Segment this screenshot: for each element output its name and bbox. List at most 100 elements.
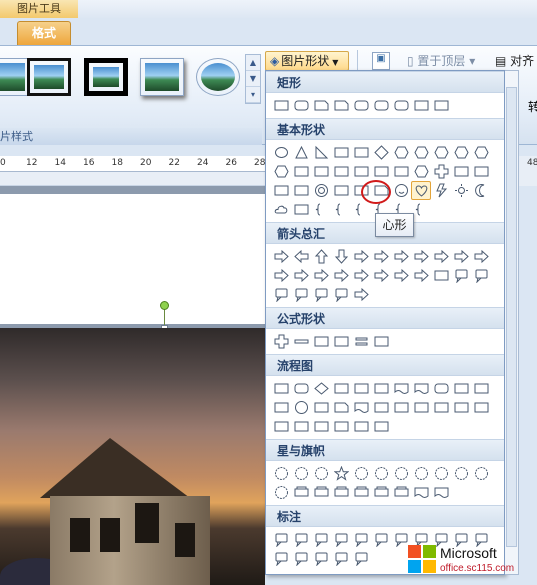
shape-line-callout-border-1-icon[interactable] bbox=[291, 549, 311, 568]
shape-card-icon[interactable] bbox=[331, 398, 351, 417]
shape-multiply-icon[interactable] bbox=[311, 332, 331, 351]
shape-plaque-icon[interactable] bbox=[451, 162, 471, 181]
shape-ribbon-down-icon[interactable] bbox=[311, 483, 331, 502]
shape-sort-icon[interactable] bbox=[431, 398, 451, 417]
shape-collate-icon[interactable] bbox=[411, 398, 431, 417]
shape-manual-input-icon[interactable] bbox=[471, 379, 491, 398]
shape-star-24-icon[interactable] bbox=[471, 464, 491, 483]
shape-star-16-icon[interactable] bbox=[451, 464, 471, 483]
shape-cloud-callout-icon[interactable] bbox=[331, 530, 351, 549]
shape-explosion-2-icon[interactable] bbox=[291, 464, 311, 483]
shape-magnetic-disk-icon[interactable] bbox=[331, 417, 351, 436]
shape-octagon-icon[interactable] bbox=[451, 143, 471, 162]
shape-ribbon-up-icon[interactable] bbox=[291, 483, 311, 502]
shape-line-callout-border-2-icon[interactable] bbox=[311, 549, 331, 568]
shape-rect-callout-icon[interactable] bbox=[271, 530, 291, 549]
shape-line-callout-1-icon[interactable] bbox=[351, 530, 371, 549]
shape-line-callout-border-4-icon[interactable] bbox=[351, 549, 371, 568]
rotation-handle[interactable] bbox=[160, 301, 169, 310]
shape-star-8-icon[interactable] bbox=[391, 464, 411, 483]
shape-not-equal-icon[interactable] bbox=[371, 332, 391, 351]
shape-trapezoid-icon[interactable] bbox=[351, 143, 371, 162]
shape-frame-icon[interactable] bbox=[351, 162, 371, 181]
shape-cube-icon[interactable] bbox=[271, 181, 291, 200]
shape-parallelogram-icon[interactable] bbox=[331, 143, 351, 162]
shape-minus-icon[interactable] bbox=[291, 332, 311, 351]
shape-delay-icon[interactable] bbox=[291, 417, 311, 436]
shape-notched-right-arrow-icon[interactable] bbox=[391, 266, 411, 285]
shape-striped-right-arrow-icon[interactable] bbox=[371, 266, 391, 285]
shape-left-arrow-callout-icon[interactable] bbox=[271, 285, 291, 304]
shape-internal-storage-icon[interactable] bbox=[371, 379, 391, 398]
shape-connector-icon[interactable] bbox=[291, 398, 311, 417]
shape-triangle-icon[interactable] bbox=[291, 143, 311, 162]
shape-oval-icon[interactable] bbox=[271, 143, 291, 162]
gallery-scroll[interactable]: ▲ ▼ ▾ bbox=[245, 54, 261, 104]
shape-extract-icon[interactable] bbox=[451, 398, 471, 417]
shape-curved-ribbon-up-icon[interactable] bbox=[331, 483, 351, 502]
shape-punched-tape-icon[interactable] bbox=[351, 398, 371, 417]
shape-up-arrow-icon[interactable] bbox=[311, 247, 331, 266]
shape-right-brace-icon[interactable] bbox=[411, 200, 431, 219]
align-button[interactable]: ▤ 对齐 bbox=[495, 52, 534, 69]
shape-round-rect-callout-icon[interactable] bbox=[291, 530, 311, 549]
shape-lightning-icon[interactable] bbox=[431, 181, 451, 200]
shape-sun-icon[interactable] bbox=[451, 181, 471, 200]
picture-style-thumb[interactable] bbox=[140, 58, 184, 96]
shape-left-arrow-icon[interactable] bbox=[291, 247, 311, 266]
shape-decagon-icon[interactable] bbox=[471, 143, 491, 162]
shape-pentagon-arrow-icon[interactable] bbox=[411, 266, 431, 285]
shape-up-arrow-callout-icon[interactable] bbox=[291, 285, 311, 304]
shape-offpage-connector-icon[interactable] bbox=[311, 398, 331, 417]
shape-equal-icon[interactable] bbox=[351, 332, 371, 351]
shape-arc-icon[interactable] bbox=[291, 200, 311, 219]
shape-merge-icon[interactable] bbox=[471, 398, 491, 417]
shape-diamond-icon[interactable] bbox=[371, 143, 391, 162]
shape-no-symbol-icon[interactable] bbox=[331, 181, 351, 200]
shape-snip-rect-icon[interactable] bbox=[311, 96, 331, 115]
shape-divide-icon[interactable] bbox=[331, 332, 351, 351]
shape-or-icon[interactable] bbox=[391, 398, 411, 417]
shape-stored-data-icon[interactable] bbox=[271, 417, 291, 436]
shape-left-right-arrow-icon[interactable] bbox=[351, 247, 371, 266]
shape-rect-3-icon[interactable] bbox=[431, 96, 451, 115]
shape-line-callout-border-3-icon[interactable] bbox=[331, 549, 351, 568]
shape-half-frame-icon[interactable] bbox=[371, 162, 391, 181]
picture-shape-button[interactable]: ◈ 图片形状 ▼ bbox=[265, 51, 349, 71]
picture-style-thumb[interactable] bbox=[196, 58, 240, 96]
shape-data-icon[interactable] bbox=[331, 379, 351, 398]
shape-chord-icon[interactable] bbox=[311, 162, 331, 181]
shape-star-6-icon[interactable] bbox=[351, 464, 371, 483]
gallery-up-icon[interactable]: ▲ bbox=[246, 55, 260, 71]
shape-line-callout-2-icon[interactable] bbox=[371, 530, 391, 549]
shape-left-right-up-arrow-icon[interactable] bbox=[411, 247, 431, 266]
shape-curved-right-arrow-icon[interactable] bbox=[291, 266, 311, 285]
shape-oval-callout-icon[interactable] bbox=[311, 530, 331, 549]
picture-layout-icon[interactable]: ▣ bbox=[372, 52, 390, 70]
shape-curved-ribbon-down-icon[interactable] bbox=[351, 483, 371, 502]
shape-right-arrow-callout-icon[interactable] bbox=[451, 266, 471, 285]
shape-pentagon-icon[interactable] bbox=[391, 143, 411, 162]
shape-teardrop-icon[interactable] bbox=[331, 162, 351, 181]
shape-summing-junction-icon[interactable] bbox=[371, 398, 391, 417]
shape-horizontal-scroll-icon[interactable] bbox=[391, 483, 411, 502]
shape-heart-icon[interactable] bbox=[411, 181, 431, 200]
gallery-down-icon[interactable]: ▼ bbox=[246, 71, 260, 87]
shape-wave-icon[interactable] bbox=[411, 483, 431, 502]
shape-down-arrow-icon[interactable] bbox=[331, 247, 351, 266]
shape-terminator-icon[interactable] bbox=[431, 379, 451, 398]
shape-alternate-process-icon[interactable] bbox=[291, 379, 311, 398]
shape-right-arrow-icon[interactable] bbox=[271, 247, 291, 266]
shape-double-wave-icon[interactable] bbox=[431, 483, 451, 502]
shape-decision-icon[interactable] bbox=[311, 379, 331, 398]
shape-document-icon[interactable] bbox=[391, 379, 411, 398]
shape-hexagon-icon[interactable] bbox=[411, 143, 431, 162]
shape-round-rect-2-icon[interactable] bbox=[371, 96, 391, 115]
shape-curved-left-arrow-icon[interactable] bbox=[311, 266, 331, 285]
shape-process-icon[interactable] bbox=[271, 379, 291, 398]
shape-curved-up-arrow-icon[interactable] bbox=[331, 266, 351, 285]
shape-star-5-icon[interactable] bbox=[331, 464, 351, 483]
picture-style-thumb[interactable] bbox=[0, 58, 30, 96]
shape-moon-icon[interactable] bbox=[471, 181, 491, 200]
shape-cloud-icon[interactable] bbox=[271, 200, 291, 219]
